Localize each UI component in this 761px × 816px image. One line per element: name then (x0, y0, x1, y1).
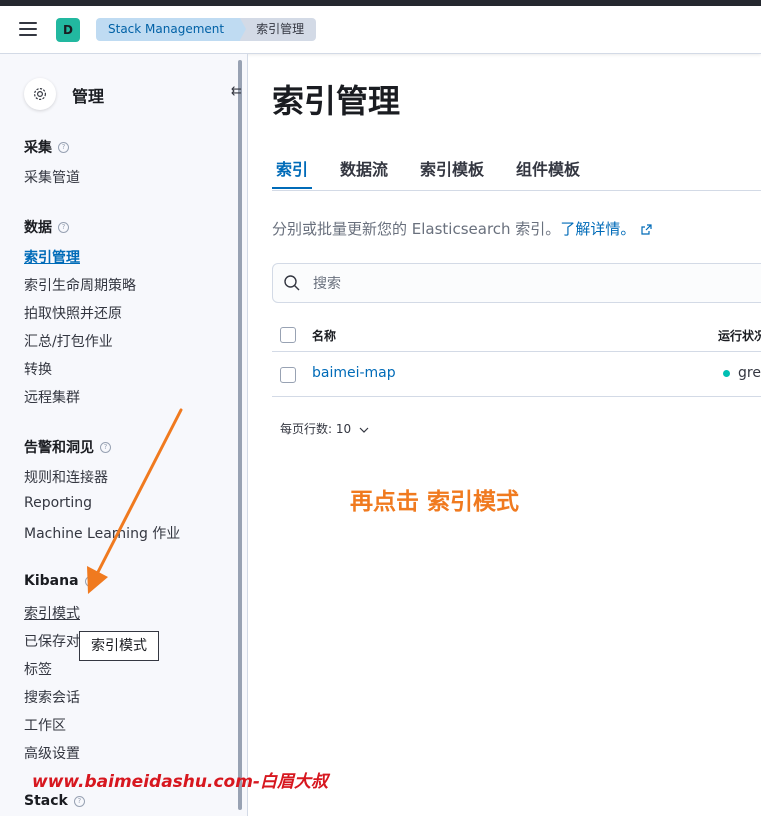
help-icon: ? (58, 141, 69, 153)
group-title-label: 告警和洞见 (24, 440, 94, 456)
tab-index-templates[interactable]: 索引模板 (420, 156, 484, 180)
health-status-text: green (738, 365, 761, 381)
sidebar-item-remote-clusters[interactable]: 远程集群 (24, 387, 80, 407)
rows-per-page-label: 每页行数: 10 (280, 422, 352, 436)
row-checkbox[interactable] (280, 367, 296, 383)
sidebar-item-index-patterns[interactable]: 索引模式 (24, 603, 80, 623)
breadcrumb-stack-management[interactable]: Stack Management (96, 18, 247, 41)
group-title-alerts-insights: 告警和洞见 ? (24, 437, 111, 457)
search-box (272, 263, 761, 303)
watermark: www.baimeidashu.com-白眉大叔 (32, 772, 328, 792)
column-header-health[interactable]: 运行状况 (718, 327, 761, 344)
page-description: 分别或批量更新您的 Elasticsearch 索引。了解详情。 (272, 218, 652, 239)
annotation-text: 再点击 索引模式 (350, 489, 520, 515)
help-icon: ? (84, 575, 96, 587)
tooltip-index-patterns: 索引模式 (79, 631, 159, 661)
external-link-icon (641, 221, 652, 239)
sidebar-scrollbar[interactable] (238, 60, 242, 810)
chevron-down-icon (359, 422, 369, 436)
tab-data-streams[interactable]: 数据流 (340, 156, 388, 180)
learn-more-link[interactable]: 了解详情。 (560, 220, 635, 238)
top-header: D Stack Management 索引管理 (0, 6, 761, 54)
collapse-sidebar-icon[interactable]: ⇇ (231, 84, 242, 99)
group-title-label: Stack (24, 793, 68, 809)
sidebar-item-tags[interactable]: 标签 (24, 659, 52, 679)
group-title-label: Kibana (24, 573, 79, 589)
breadcrumb: Stack Management 索引管理 (96, 18, 317, 41)
sidebar-item-advanced-settings[interactable]: 高级设置 (24, 743, 80, 763)
select-all-checkbox[interactable] (280, 327, 296, 343)
menu-icon[interactable] (19, 22, 37, 36)
sidebar-item-ilm-policies[interactable]: 索引生命周期策略 (24, 275, 136, 295)
sidebar-item-saved-objects[interactable]: 已保存对 (24, 631, 80, 651)
table-header: 名称 运行状况 (272, 318, 761, 352)
sidebar-item-transforms[interactable]: 转换 (24, 359, 52, 379)
sidebar-item-snapshot-restore[interactable]: 拍取快照并还原 (24, 303, 122, 323)
search-input[interactable] (311, 272, 715, 296)
index-name-link[interactable]: baimei-map (312, 365, 396, 381)
rows-per-page-select[interactable]: 每页行数: 10 (280, 420, 369, 437)
sidebar-item-ingest-pipelines[interactable]: 采集管道 (24, 167, 80, 187)
space-avatar[interactable]: D (56, 18, 80, 42)
sidebar-item-rollup-jobs[interactable]: 汇总/打包作业 (24, 331, 113, 351)
health-status-icon (723, 370, 730, 377)
sidebar-item-ml-jobs[interactable]: Machine Learning 作业 (24, 523, 180, 543)
help-icon: ? (100, 441, 111, 453)
search-icon (283, 274, 301, 296)
help-icon: ? (73, 795, 85, 807)
gear-icon (24, 78, 56, 110)
sidebar-title: 管理 (72, 87, 105, 106)
sidebar-item-search-sessions[interactable]: 搜索会话 (24, 687, 80, 707)
group-title-label: 数据 (24, 220, 52, 236)
sidebar-item-reporting[interactable]: Reporting (24, 495, 92, 511)
active-tab-indicator (272, 187, 312, 189)
group-title-kibana: Kibana ? (24, 573, 96, 589)
breadcrumb-index-management: 索引管理 (240, 18, 317, 41)
table-row: baimei-map green (272, 352, 761, 397)
column-header-name[interactable]: 名称 (312, 327, 336, 344)
group-title-stack: Stack ? (24, 793, 85, 809)
tab-bar: 索引 数据流 索引模板 组件模板 (272, 148, 761, 191)
sidebar-item-rules-connectors[interactable]: 规则和连接器 (24, 467, 108, 487)
group-title-label: 采集 (24, 140, 52, 156)
description-text: 分别或批量更新您的 Elasticsearch 索引。 (272, 220, 561, 238)
tab-indices[interactable]: 索引 (276, 156, 308, 180)
group-title-ingest: 采集 ? (24, 137, 69, 157)
tab-component-templates[interactable]: 组件模板 (516, 156, 580, 180)
sidebar-item-spaces[interactable]: 工作区 (24, 715, 66, 735)
sidebar-item-index-management[interactable]: 索引管理 (24, 247, 80, 267)
help-icon: ? (58, 221, 69, 233)
group-title-data: 数据 ? (24, 217, 69, 237)
page-title: 索引管理 (272, 82, 401, 120)
